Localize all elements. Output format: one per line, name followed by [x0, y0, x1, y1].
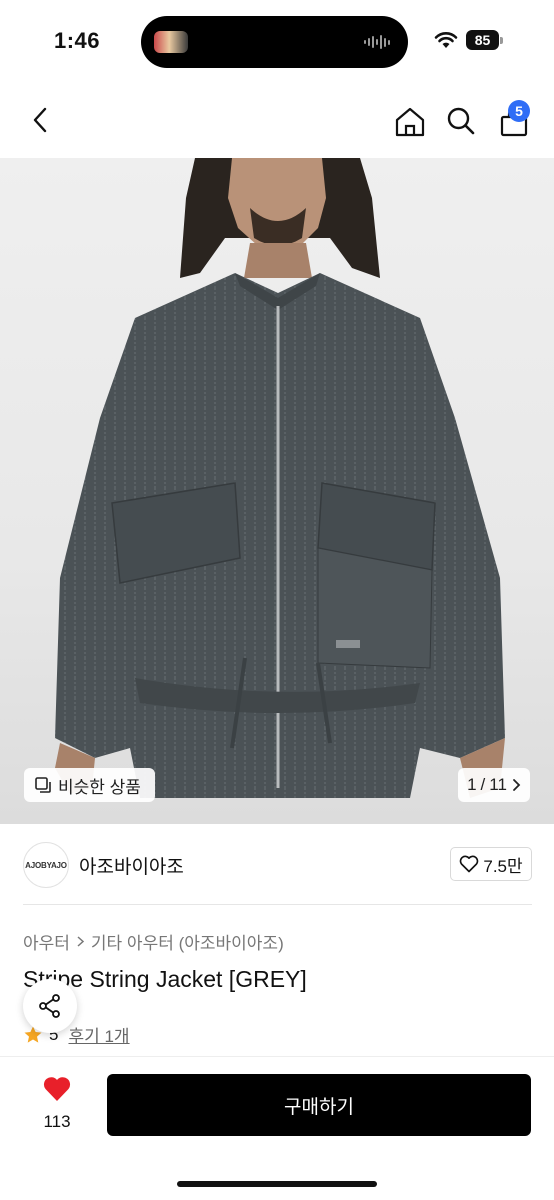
heart-filled-icon [43, 1077, 71, 1101]
audio-wave-icon [364, 34, 394, 50]
battery-indicator: 85 [466, 30, 503, 50]
heart-outline-icon [460, 855, 479, 873]
home-indicator [177, 1181, 377, 1187]
buy-button[interactable]: 구매하기 [107, 1074, 531, 1136]
battery-cap [500, 37, 503, 44]
dynamic-island [141, 16, 408, 68]
breadcrumb-level1[interactable]: 아우터 [23, 929, 70, 954]
review-link[interactable]: 후기 1개 [68, 1022, 129, 1047]
pager-total: 11 [489, 775, 507, 794]
search-icon [447, 107, 475, 135]
image-pager[interactable]: 1 / 11 [458, 768, 530, 802]
brand-logo[interactable]: AJOBYAJO [23, 842, 69, 888]
back-button[interactable] [22, 102, 58, 138]
pager-separator: / [480, 775, 486, 794]
chevron-right-icon [77, 936, 85, 947]
similar-products-button[interactable]: 비슷한 상품 [24, 768, 155, 802]
copy-icon [35, 777, 51, 793]
brand-like-count: 7.5만 [483, 856, 523, 876]
home-icon [395, 107, 425, 137]
similar-products-label: 비슷한 상품 [58, 777, 141, 797]
breadcrumb-level2[interactable]: 기타 아우터 (아조바이아조) [91, 929, 284, 954]
battery-level: 85 [466, 30, 499, 50]
pager-current: 1 [467, 775, 477, 794]
product-photo-illustration [55, 158, 505, 798]
share-icon [39, 994, 60, 1018]
top-nav [0, 84, 554, 158]
status-bar: 1:46 85 [0, 0, 554, 84]
divider [23, 904, 532, 905]
chevron-right-icon [513, 779, 521, 791]
wishlist-count: 113 [43, 1112, 71, 1131]
search-button[interactable] [442, 102, 480, 140]
cart-count-badge: 5 [508, 100, 530, 122]
bottom-action-bar: 113 구매하기 [0, 1056, 554, 1200]
now-playing-thumbnail [154, 31, 188, 53]
home-button[interactable] [390, 102, 430, 142]
wishlist-button[interactable]: 113 [30, 1075, 84, 1132]
status-time: 1:46 [54, 28, 101, 53]
chevron-left-icon [33, 107, 47, 133]
brand-name[interactable]: 아조바이아조 [79, 852, 184, 879]
breadcrumb: 아우터 기타 아우터 (아조바이아조) [23, 929, 284, 954]
brand-like-button[interactable]: 7.5만 [450, 847, 532, 881]
brand-row: AJOBYAJO 아조바이아조 7.5만 [0, 838, 554, 892]
product-image[interactable] [0, 158, 554, 824]
wifi-icon [434, 31, 458, 54]
share-button[interactable] [23, 979, 77, 1033]
